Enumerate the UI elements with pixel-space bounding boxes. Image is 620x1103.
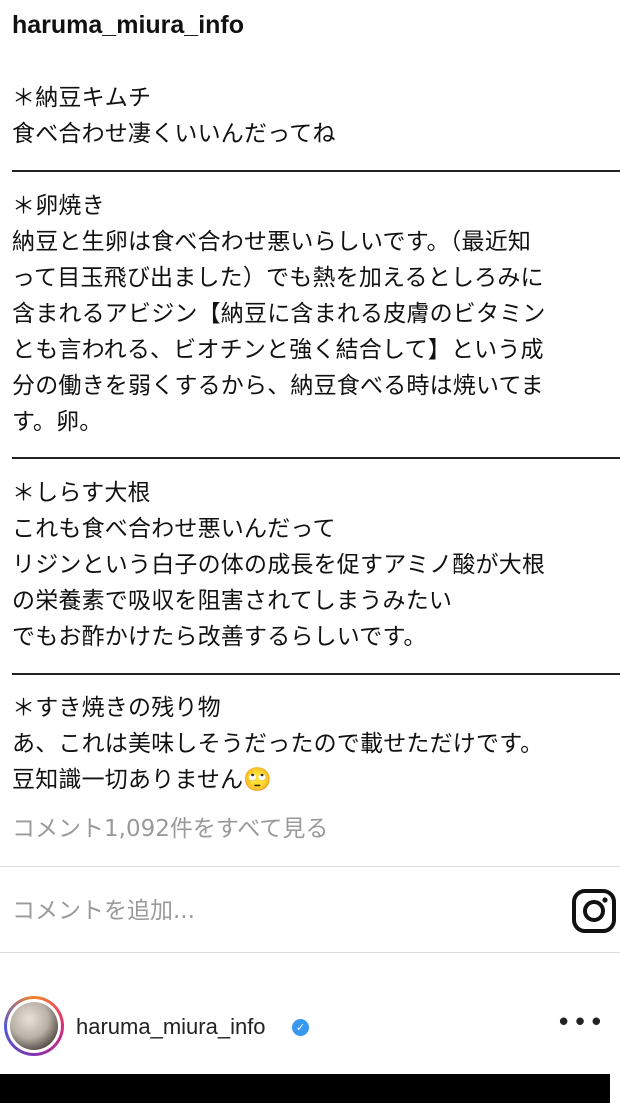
view-all-comments-link[interactable]: コメント1,092件をすべて見る [12, 811, 328, 847]
avatar-image [10, 1002, 58, 1050]
section-heading-shirasu: ＊しらす大根 [12, 480, 151, 506]
section-text-line: 豆知識一切ありません🙄 [12, 767, 273, 793]
section-heading-sukiyaki: ＊すき焼きの残り物 [12, 695, 221, 721]
next-post-header: haruma_miura_info ✓ ••• [0, 990, 620, 1070]
section-text-line: 含まれるアビジン【納豆に含まれる皮膚のビタミン [12, 301, 546, 327]
section-text-line: リジンという白子の体の成長を促すアミノ酸が大根 [12, 552, 546, 578]
section-divider [12, 170, 620, 172]
instagram-icon[interactable] [572, 889, 616, 933]
section-text-line: とも言われる、ビオチンと強く結合して】という成 [12, 337, 544, 363]
verified-badge-icon: ✓ [292, 1019, 309, 1036]
section-text-line: 納豆と生卵は食べ合わせ悪いらしいです。（最近知 [12, 229, 532, 255]
post-username[interactable]: haruma_miura_info [76, 1014, 266, 1040]
post-media-top-edge[interactable] [0, 1074, 610, 1103]
section-heading-egg: ＊卵焼き [12, 193, 105, 219]
section-text-line: の栄養素で吸収を阻害されてしまうみたい [12, 588, 453, 614]
avatar [7, 999, 61, 1053]
caption-username[interactable]: haruma_miura_info [12, 9, 244, 41]
separator [0, 952, 620, 953]
avatar-story-ring[interactable] [4, 996, 64, 1056]
section-text-line: す。卵。 [12, 409, 103, 435]
section-text-line: 食べ合わせ凄くいいんだってね [12, 121, 336, 147]
add-comment-input[interactable]: コメントを追加... [12, 893, 195, 929]
section-text-line: あ、これは美味しそうだったので載せただけです。 [12, 731, 544, 757]
section-text-line: でもお酢かけたら改善するらしいです。 [12, 624, 427, 650]
section-heading-natto-kimchi: ＊納豆キムチ [12, 85, 152, 111]
separator [0, 866, 620, 867]
section-divider [12, 673, 620, 675]
more-options-icon[interactable]: ••• [556, 1010, 605, 1036]
section-text-line: これも食べ合わせ悪いんだって [12, 516, 336, 542]
section-divider [12, 457, 620, 459]
section-text-line: 分の働きを弱くするから、納豆食べる時は焼いてま [12, 373, 544, 399]
section-text-line: って目玉飛び出ました）でも熱を加えるとしろみに [12, 265, 544, 291]
